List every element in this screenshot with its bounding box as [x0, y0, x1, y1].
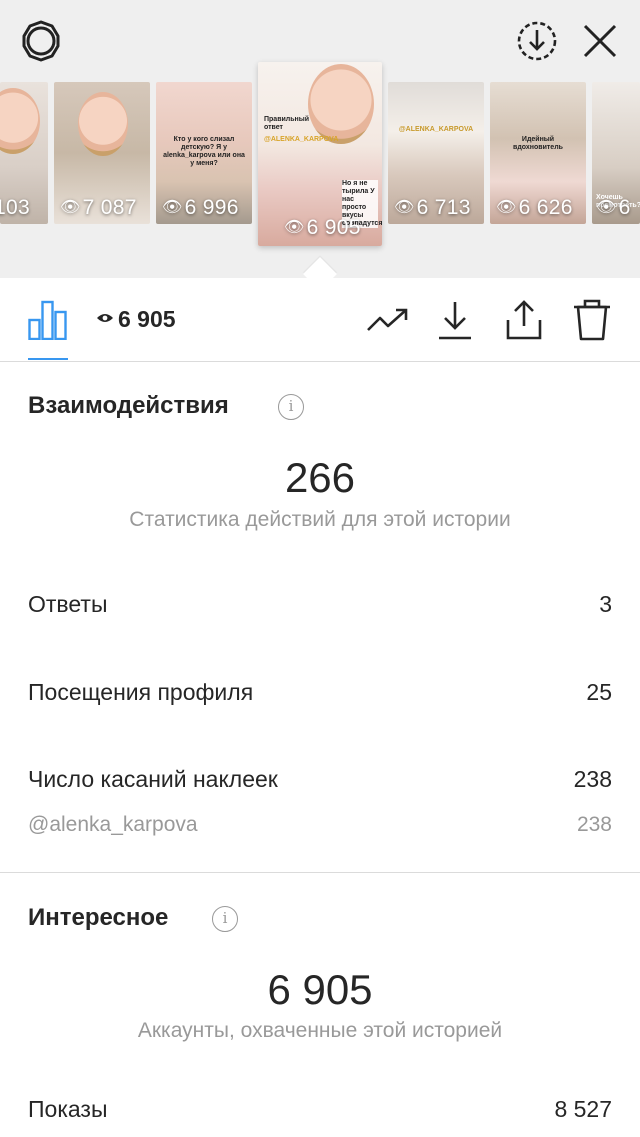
trash-icon[interactable]	[570, 298, 614, 342]
interactions-total: 266	[284, 454, 356, 501]
info-icon[interactable]: i	[278, 394, 304, 420]
row-label-impressions: Показы	[28, 1096, 108, 1122]
story-thumbnail[interactable]: Кто у кого слизал детскую? Я у alenka_ka…	[156, 82, 252, 224]
eye-icon: 👁	[596, 199, 617, 216]
story-thumbnail[interactable]: @ALENKA_KARPOVA 👁6 713	[388, 82, 484, 224]
section-divider	[0, 872, 640, 873]
settings-gear-icon[interactable]	[18, 18, 64, 64]
story-view-count: 👁6 905	[284, 216, 361, 239]
row-label-profile-visits: Посещения профиля	[28, 679, 254, 705]
story-thumbnail[interactable]: Идейный вдохновитель 👁6 626	[490, 82, 586, 224]
eye-icon: 👁	[496, 199, 517, 216]
discovery-title: Интересное	[28, 904, 169, 931]
story-view-count: 👁6 626	[496, 196, 573, 219]
bar-chart-icon[interactable]	[28, 300, 68, 345]
eye-icon	[96, 311, 118, 328]
sticker-mention-label: @alenka_karpova	[28, 813, 198, 836]
info-icon[interactable]: i	[212, 906, 238, 932]
row-value-replies: 3	[599, 591, 612, 617]
discovery-total: 6 905	[267, 966, 373, 1013]
download-icon[interactable]	[433, 298, 477, 342]
eye-icon: 👁	[284, 219, 305, 236]
story-thumbnail[interactable]: Хочешь посмотреть? 👁6	[592, 82, 640, 224]
row-label-sticker-taps: Число касаний наклеек	[28, 766, 278, 792]
eye-icon: 👁	[60, 199, 81, 216]
row-value-sticker-taps: 238	[573, 766, 612, 792]
interactions-total-caption: Статистика действий для этой истории	[129, 508, 511, 531]
story-view-count: 👁7 087	[60, 196, 137, 219]
story-view-count: 👁6	[596, 196, 631, 219]
active-tab-indicator	[28, 358, 68, 360]
eye-icon: 👁	[162, 199, 183, 216]
sticker-mention-value: 238	[576, 813, 612, 836]
row-value-profile-visits: 25	[586, 679, 612, 705]
story-view-count: 👁6 713	[394, 196, 471, 219]
interactions-title: Взаимодействия	[28, 392, 229, 419]
discovery-total-caption: Аккаунты, охваченные этой историей	[137, 1019, 503, 1042]
row-label-replies: Ответы	[28, 591, 108, 617]
views-counter: 6 905	[96, 306, 176, 333]
close-icon[interactable]	[577, 18, 623, 64]
row-value-impressions: 8 527	[554, 1096, 612, 1122]
story-thumbnail[interactable]: 👁7 087	[54, 82, 150, 224]
story-thumbnail[interactable]: 103	[0, 82, 48, 224]
story-view-count: 👁6 996	[162, 196, 239, 219]
trending-up-icon[interactable]	[366, 298, 410, 342]
eye-icon: 👁	[394, 199, 415, 216]
download-circle-icon[interactable]	[514, 18, 560, 64]
share-icon[interactable]	[502, 298, 546, 342]
story-view-count: 103	[0, 196, 30, 219]
story-thumbnail-selected[interactable]: Правильный ответ @ALENKA_KARPOVA Но я не…	[258, 62, 382, 246]
